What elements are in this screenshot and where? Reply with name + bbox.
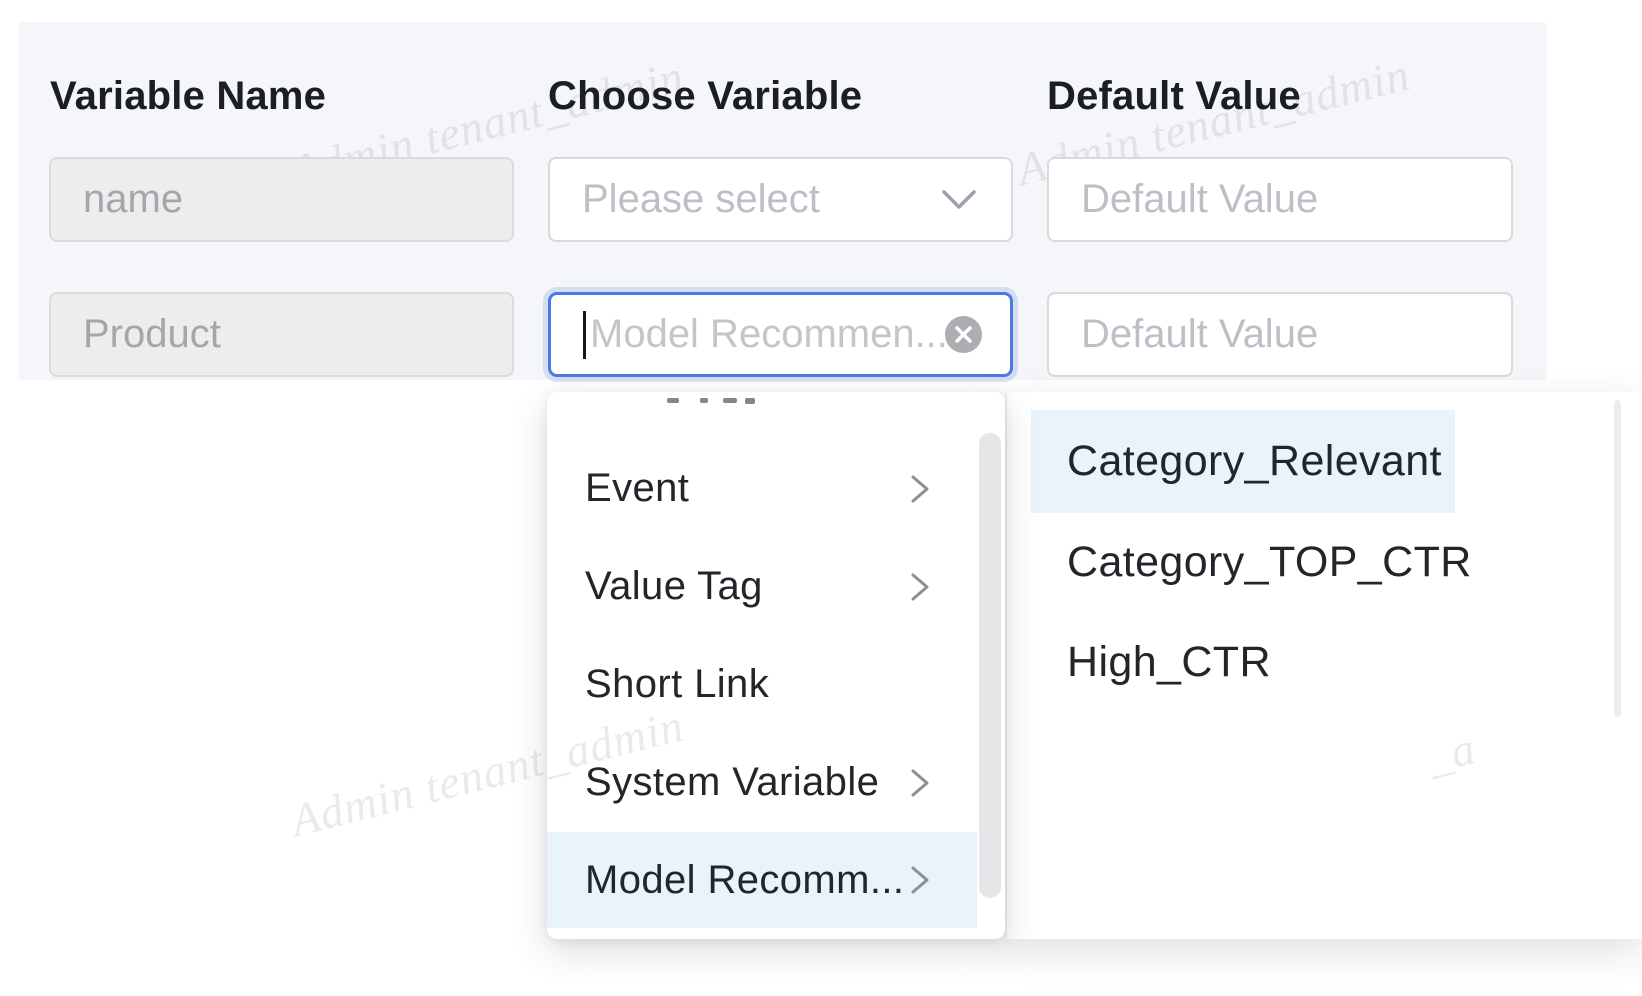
- menu-item-label: Event: [547, 466, 909, 511]
- chevron-right-icon: [909, 767, 931, 799]
- choose-variable-select-row1[interactable]: Please select: [548, 157, 1013, 242]
- menu-item-short-link[interactable]: Short Link: [547, 636, 977, 733]
- choose-variable-label: Choose Variable: [548, 75, 862, 117]
- menu-item-event[interactable]: Event: [547, 440, 977, 537]
- submenu-item-category-relevant[interactable]: Category_Relevant: [1031, 410, 1455, 513]
- submenu-item-high-ctr[interactable]: High_CTR: [1031, 612, 1455, 712]
- choose-variable-combobox-focused[interactable]: Model Recommen...: [548, 292, 1013, 377]
- submenu-item-label: Category_TOP_CTR: [1031, 538, 1472, 587]
- menu-item-label: Value Tag: [547, 564, 909, 609]
- default-value-field[interactable]: [1047, 292, 1513, 377]
- clipped-item-remnant: [547, 396, 1005, 406]
- menu-scrollbar-thumb[interactable]: [979, 433, 1001, 898]
- variable-name-label: Variable Name: [50, 75, 326, 117]
- submenu-item-category-top-ctr[interactable]: Category_TOP_CTR: [1031, 512, 1455, 612]
- select-placeholder: Please select: [550, 177, 941, 222]
- submenu-scrollbar-thumb[interactable]: [1614, 400, 1621, 717]
- submenu-item-label: Category_Relevant: [1031, 437, 1442, 486]
- variable-name-input-row1[interactable]: [49, 157, 514, 242]
- screen: Admin tenant_admin Admin tenant_admin Va…: [0, 0, 1642, 996]
- default-value-field[interactable]: [1047, 157, 1513, 242]
- chevron-right-icon: [909, 864, 931, 896]
- variable-name-field[interactable]: [49, 157, 514, 242]
- variable-name-input-row2[interactable]: [49, 292, 514, 377]
- clear-icon[interactable]: [945, 316, 982, 353]
- chevron-right-icon: [909, 571, 931, 603]
- chevron-down-icon: [941, 188, 977, 212]
- menu-item-value-tag[interactable]: Value Tag: [547, 538, 977, 635]
- submenu-item-label: High_CTR: [1031, 638, 1271, 687]
- menu-item-system-variable[interactable]: System Variable: [547, 734, 977, 831]
- menu-item-label: Short Link: [547, 662, 977, 707]
- variable-name-field[interactable]: [49, 292, 514, 377]
- chevron-right-icon: [909, 473, 931, 505]
- default-value-input-row1[interactable]: [1047, 157, 1513, 242]
- combobox-value: Model Recommen...: [586, 312, 945, 357]
- menu-item-label: Model Recomm...: [547, 858, 909, 903]
- menu-item-model-recommend[interactable]: Model Recomm...: [547, 832, 977, 928]
- cascader-menu-panel: Event Value Tag Short Link System Variab…: [547, 392, 1005, 939]
- cascader-submenu-panel: Category_Relevant Category_TOP_CTR High_…: [1005, 392, 1642, 939]
- menu-item-label: System Variable: [547, 760, 909, 805]
- default-value-input-row2[interactable]: [1047, 292, 1513, 377]
- default-value-label: Default Value: [1047, 75, 1301, 117]
